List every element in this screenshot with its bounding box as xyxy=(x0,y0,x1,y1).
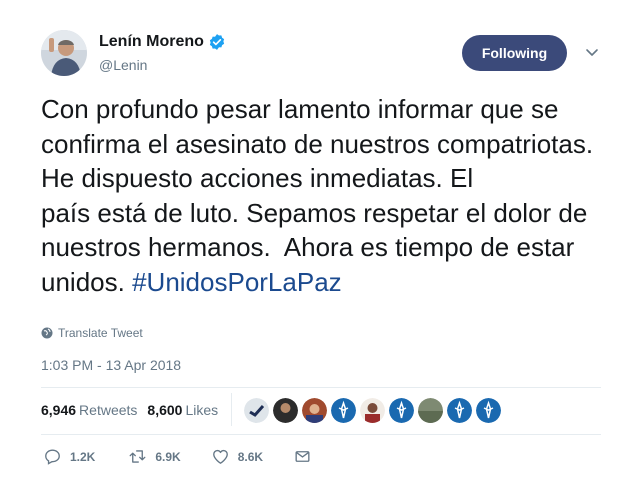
divider-bottom xyxy=(41,434,601,435)
author-name-row[interactable]: Lenín Moreno xyxy=(99,33,226,51)
retweets-count: 6,946 xyxy=(41,402,77,418)
reply-icon xyxy=(45,449,60,465)
liker-avatar[interactable] xyxy=(447,398,472,423)
envelope-icon xyxy=(295,451,310,462)
like-button[interactable]: 8.6K xyxy=(211,447,263,466)
reply-count: 1.2K xyxy=(70,449,96,464)
translate-tweet-link[interactable]: Translate Tweet xyxy=(41,326,143,340)
liker-avatar[interactable] xyxy=(418,398,443,423)
likes-label: Likes xyxy=(185,402,219,418)
following-button[interactable]: Following xyxy=(462,35,567,71)
author-display-name[interactable]: Lenín Moreno xyxy=(99,33,204,51)
likes-count: 8,600 xyxy=(147,402,183,418)
heart-icon xyxy=(212,449,228,464)
liker-avatar[interactable] xyxy=(389,398,414,423)
reply-button[interactable]: 1.2K xyxy=(43,447,95,466)
liker-avatar[interactable] xyxy=(360,398,385,423)
liker-avatar[interactable] xyxy=(244,398,269,423)
liker-avatars xyxy=(244,398,505,423)
direct-message-button[interactable] xyxy=(293,447,320,466)
tweet-actions: 1.2K 6.9K 8.6K xyxy=(43,447,320,466)
tweet-text: Con profundo pesar lamento informar que … xyxy=(41,92,621,299)
author-avatar[interactable] xyxy=(41,30,87,76)
retweet-icon xyxy=(129,450,146,463)
like-count: 8.6K xyxy=(237,449,264,464)
verified-badge-icon xyxy=(209,34,225,50)
author-handle[interactable]: @Lenin xyxy=(99,57,147,73)
tweet-timestamp[interactable]: 1:03 PM - 13 Apr 2018 xyxy=(41,357,181,373)
stats-separator xyxy=(231,393,232,426)
retweet-count: 6.9K xyxy=(155,449,181,464)
liker-avatar[interactable] xyxy=(273,398,298,423)
likes-stat[interactable]: 8,600 Likes xyxy=(147,402,228,418)
retweets-stat[interactable]: 6,946 Retweets xyxy=(41,402,147,418)
tweet-stats: 6,946 Retweets 8,600 Likes xyxy=(41,402,228,418)
divider-top xyxy=(41,387,601,388)
liker-avatar[interactable] xyxy=(302,398,327,423)
liker-avatar[interactable] xyxy=(331,398,356,423)
chevron-down-icon[interactable] xyxy=(583,43,601,61)
translate-tweet-label: Translate Tweet xyxy=(58,326,143,340)
globe-icon xyxy=(41,327,53,339)
hashtag-link[interactable]: #UnidosPorLaPaz xyxy=(132,267,342,297)
retweets-label: Retweets xyxy=(79,402,138,418)
retweet-button[interactable]: 6.9K xyxy=(128,447,181,466)
liker-avatar[interactable] xyxy=(476,398,501,423)
